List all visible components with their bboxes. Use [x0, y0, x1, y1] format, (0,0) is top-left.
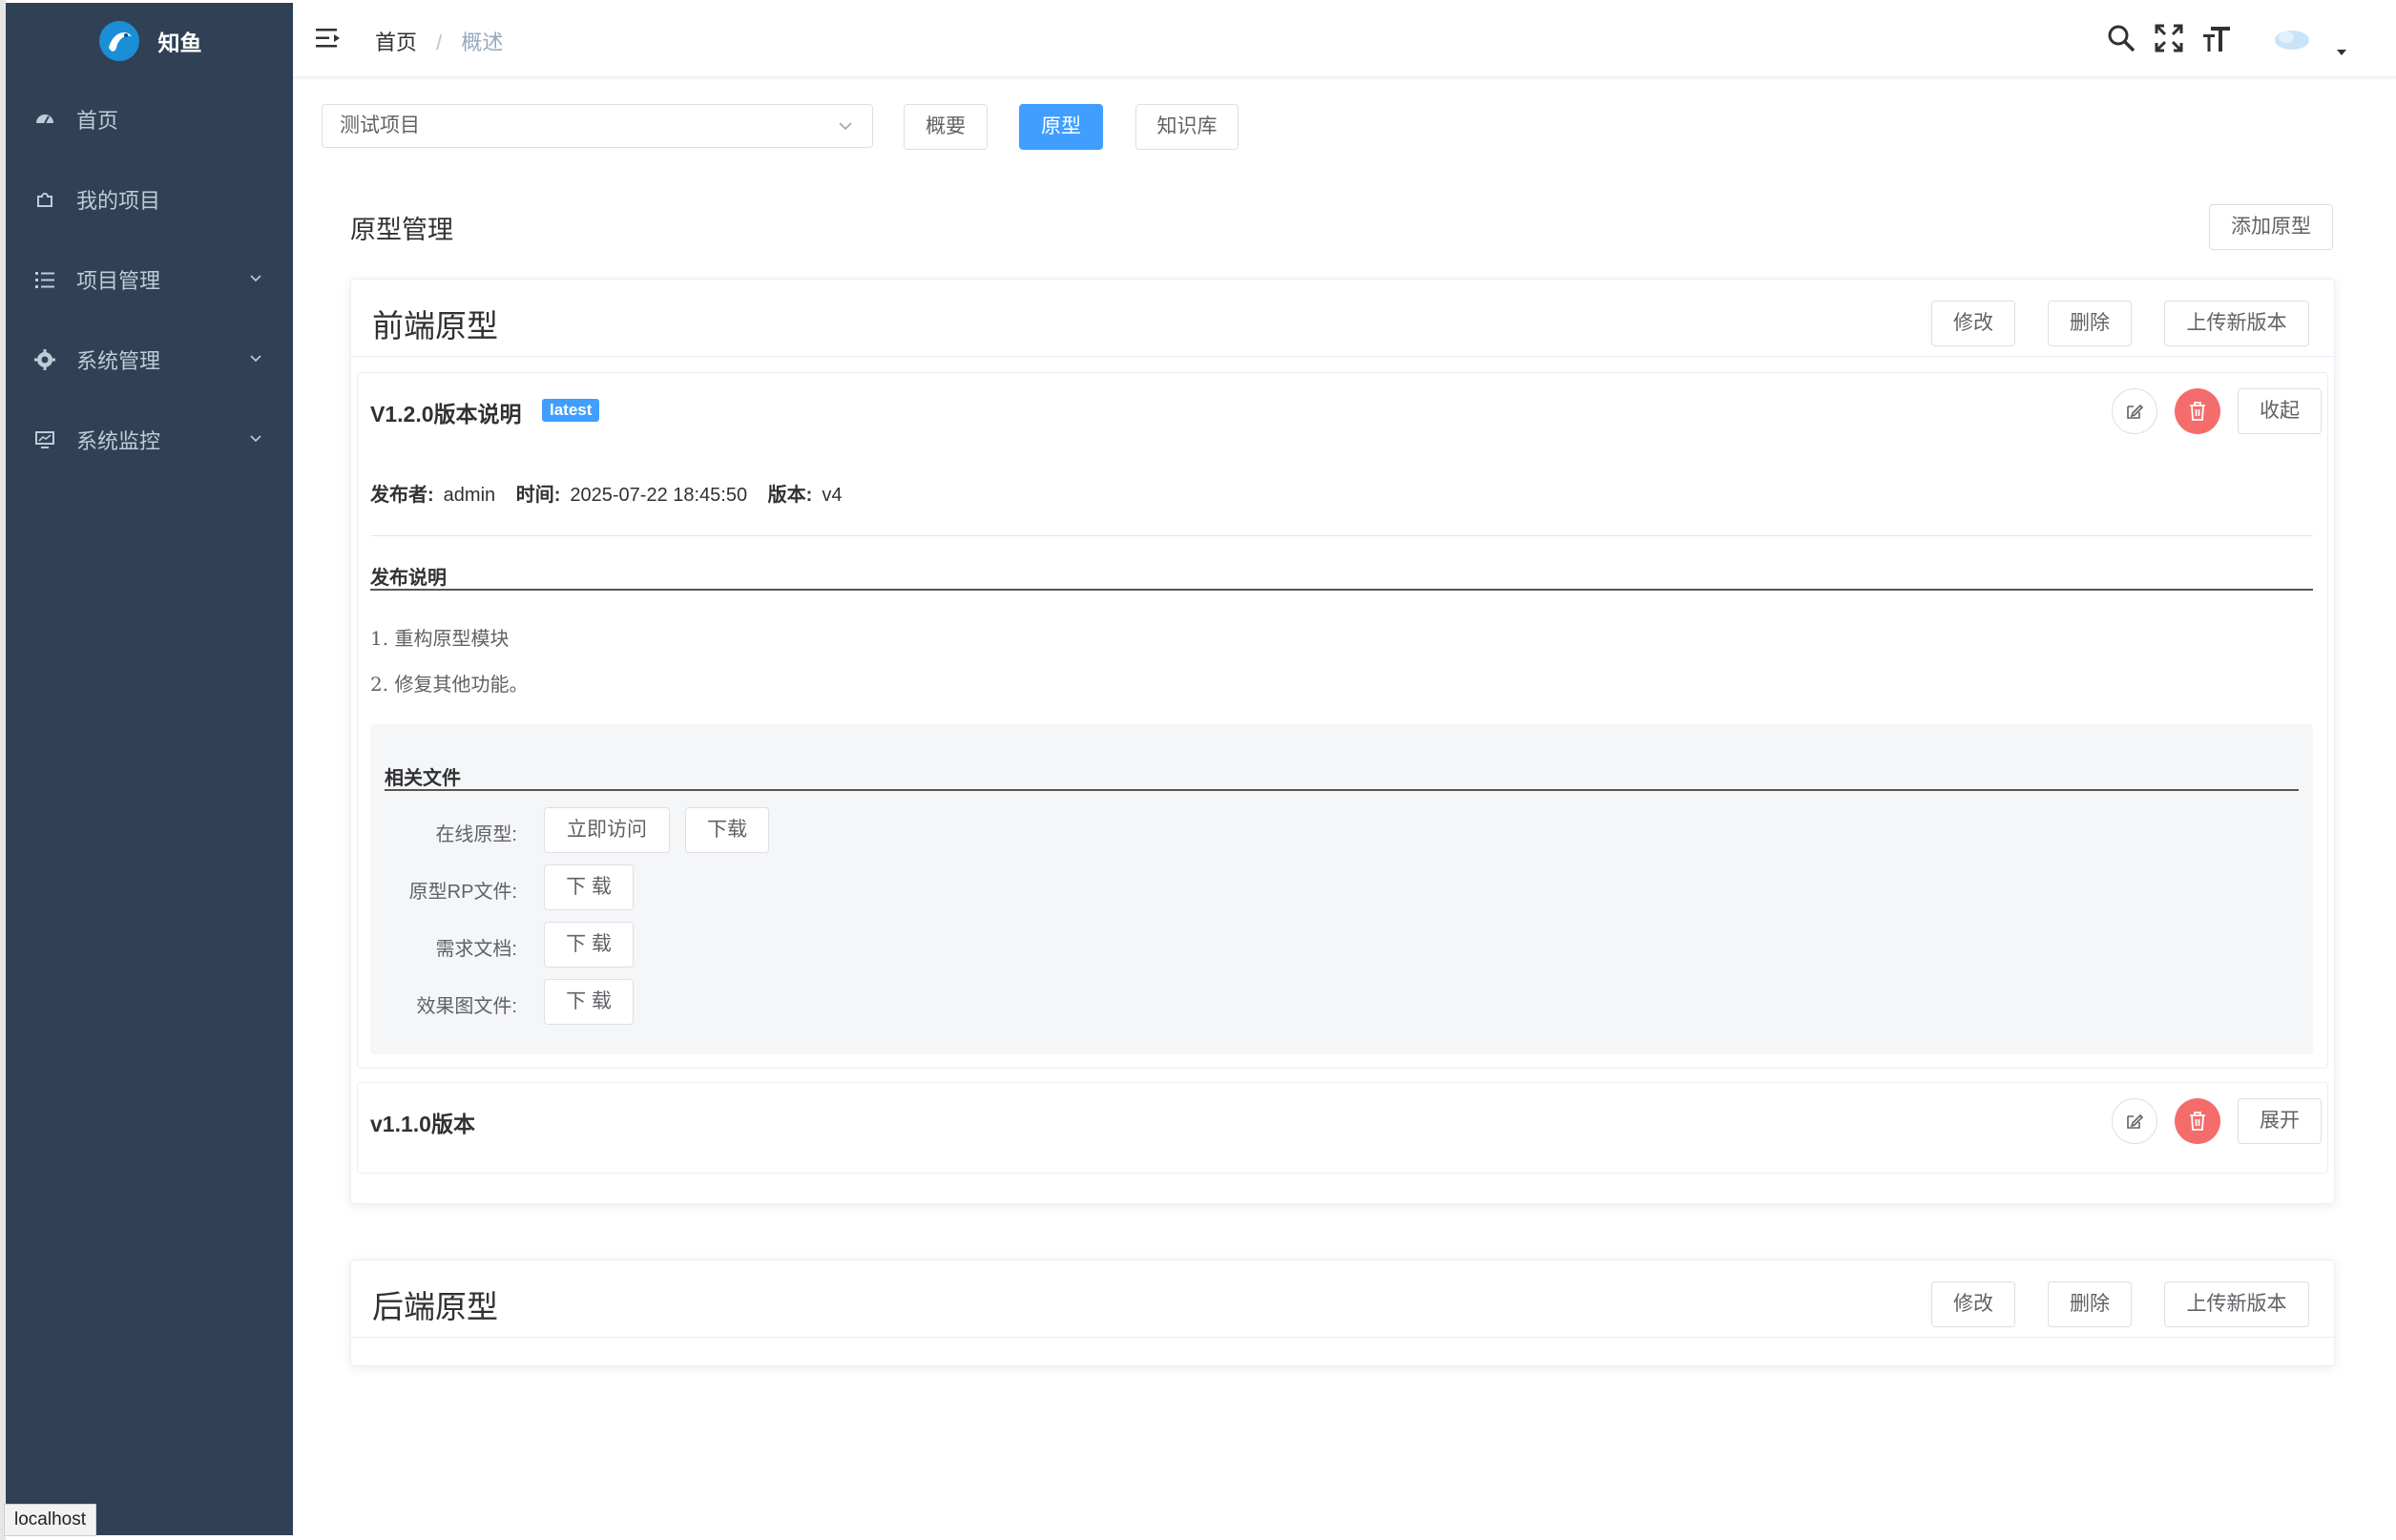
expand-button[interactable]: 展开: [2238, 1098, 2322, 1144]
top-navbar: 首页 / 概述: [293, 0, 2396, 77]
chevron-down-icon: [250, 355, 261, 363]
gear-icon: [34, 349, 55, 370]
edit-version-button[interactable]: [2112, 388, 2157, 434]
design-file-label: 效果图文件:: [416, 996, 517, 1017]
breadcrumb-current: 概述: [461, 31, 504, 54]
status-url: localhost: [4, 1504, 96, 1536]
edit-version-button[interactable]: [2112, 1098, 2157, 1144]
sidebar-logo[interactable]: 知鱼: [6, 3, 293, 79]
upload-version-button[interactable]: 上传新版本: [2164, 1281, 2309, 1327]
version-panel: V1.2.0版本说明 latest 收起 发布者: admin 时间: 2025-0…: [357, 372, 2328, 1069]
hamburger-icon[interactable]: [316, 27, 341, 50]
prototype-name: 后端原型: [372, 1289, 498, 1324]
fullscreen-icon[interactable]: [2154, 23, 2184, 53]
sidebar-item-my-projects[interactable]: 我的项目: [6, 159, 293, 239]
chevron-down-icon: [839, 122, 852, 131]
project-select-value: 测试项目: [340, 114, 420, 136]
publisher-label: 发布者:: [370, 485, 434, 506]
heading-underline: [370, 589, 2313, 591]
prototype-card: 前端原型 修改 删除 上传新版本 V1.2.0版本说明 latest 收起 发布…: [350, 279, 2335, 1204]
card-header: 前端原型 修改 删除 上传新版本: [351, 280, 2334, 357]
download-requirements-button[interactable]: 下 载: [544, 922, 634, 968]
edit-icon: [2127, 1113, 2144, 1129]
tab-overview[interactable]: 概要: [904, 104, 988, 150]
delete-button[interactable]: 删除: [2048, 1281, 2132, 1327]
tab-prototype[interactable]: 原型: [1019, 104, 1103, 150]
trash-icon: [2190, 1112, 2205, 1131]
sidebar-item-home[interactable]: 首页: [6, 79, 293, 159]
release-notes-heading: 发布说明: [370, 568, 447, 589]
online-prototype-label: 在线原型:: [435, 824, 517, 845]
fish-logo-icon: [98, 21, 139, 61]
search-icon[interactable]: [2106, 23, 2136, 53]
sidebar-item-label: 系统监控: [76, 429, 161, 453]
prototype-name: 前端原型: [372, 308, 498, 343]
sidebar-item-project-management[interactable]: 项目管理: [6, 239, 293, 320]
chevron-down-icon: [250, 435, 261, 443]
version-value: v4: [822, 485, 843, 506]
download-rp-button[interactable]: 下 载: [544, 864, 634, 910]
tab-knowledge-base[interactable]: 知识库: [1135, 104, 1239, 150]
edit-button[interactable]: 修改: [1931, 1281, 2015, 1327]
add-prototype-button[interactable]: 添加原型: [2209, 204, 2333, 250]
dashboard-icon: [34, 109, 55, 130]
download-design-button[interactable]: 下 载: [544, 979, 634, 1025]
edit-button[interactable]: 修改: [1931, 301, 2015, 346]
chevron-down-icon: [250, 275, 261, 282]
breadcrumb: 首页 / 概述: [375, 26, 503, 56]
sidebar-item-label: 系统管理: [76, 349, 161, 373]
font-size-icon[interactable]: [2201, 23, 2232, 53]
avatar[interactable]: [2273, 23, 2313, 53]
sidebar-item-label: 首页: [76, 109, 119, 133]
prototype-card: 后端原型 修改 删除 上传新版本: [350, 1259, 2335, 1366]
delete-button[interactable]: 删除: [2048, 301, 2132, 346]
page-title: 原型管理: [350, 216, 453, 244]
rp-file-label: 原型RP文件:: [408, 882, 517, 903]
release-note: 1. 重构原型模块: [370, 627, 510, 650]
release-note: 2. 修复其他功能。: [370, 673, 529, 696]
delete-version-button[interactable]: [2175, 388, 2220, 434]
caret-down-icon[interactable]: [2335, 46, 2348, 59]
version-title: V1.2.0版本说明: [370, 402, 522, 427]
app-name: 知鱼: [157, 31, 202, 55]
list-icon: [34, 269, 55, 290]
collapse-button[interactable]: 收起: [2238, 388, 2322, 434]
delete-version-button[interactable]: [2175, 1098, 2220, 1144]
latest-badge: latest: [542, 399, 600, 422]
project-select[interactable]: 测试项目: [322, 104, 873, 148]
heading-underline: [385, 789, 2299, 791]
publisher-value: admin: [443, 485, 496, 506]
visit-now-button[interactable]: 立即访问: [544, 807, 670, 853]
version-panel: v1.1.0版本 展开: [357, 1082, 2328, 1174]
download-prototype-button[interactable]: 下载: [685, 807, 769, 853]
edit-icon: [2127, 404, 2144, 419]
related-files-heading: 相关文件: [385, 768, 461, 789]
version-meta: 发布者: admin 时间: 2025-07-22 18:45:50 版本: v4: [370, 479, 857, 507]
breadcrumb-home[interactable]: 首页: [375, 31, 417, 54]
breadcrumb-separator: /: [436, 31, 443, 54]
time-label: 时间:: [515, 485, 561, 506]
trash-icon: [2190, 402, 2205, 421]
sidebar: 知鱼 首页 我的项目 项目管理 系统管理 系统监控: [6, 3, 293, 1535]
divider: [370, 535, 2313, 536]
time-value: 2025-07-22 18:45:50: [570, 485, 748, 506]
puzzle-icon: [34, 189, 55, 210]
sidebar-item-label: 我的项目: [76, 189, 161, 213]
requirements-doc-label: 需求文档:: [435, 939, 517, 960]
card-header: 后端原型 修改 删除 上传新版本: [351, 1260, 2334, 1338]
related-files-panel: 相关文件 在线原型: 立即访问 下载 原型RP文件: 下 载 需求文档: 下 载…: [370, 724, 2313, 1054]
version-label: 版本:: [767, 485, 813, 506]
upload-version-button[interactable]: 上传新版本: [2164, 301, 2309, 346]
version-title: v1.1.0版本: [370, 1112, 475, 1136]
sidebar-item-label: 项目管理: [76, 269, 161, 293]
sidebar-item-system-management[interactable]: 系统管理: [6, 320, 293, 400]
monitor-icon: [34, 429, 55, 450]
sidebar-item-system-monitor[interactable]: 系统监控: [6, 400, 293, 480]
